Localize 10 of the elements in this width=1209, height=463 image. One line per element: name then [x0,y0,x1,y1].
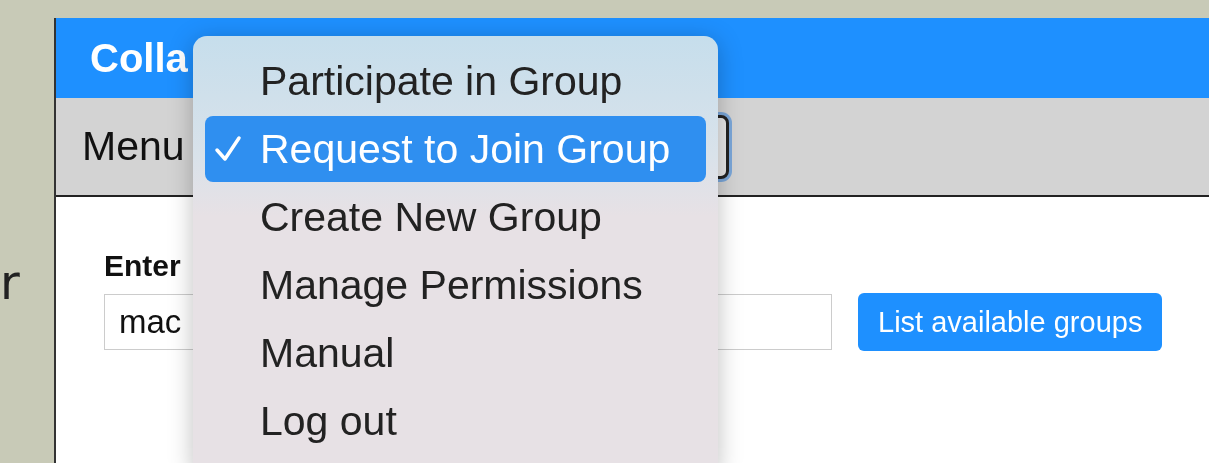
menu-item[interactable]: Log out [205,388,706,454]
window-title: Colla [90,35,188,81]
menu-item[interactable]: Participate in Group [205,48,706,114]
menu-label: Menu [82,123,185,170]
menu-item[interactable]: Manage Permissions [205,252,706,318]
field-label: Enter [104,249,182,283]
cut-off-text: r [0,258,20,306]
menu-item[interactable]: Create New Group [205,184,706,250]
menu-item[interactable]: Manual [205,320,706,386]
checkmark-icon [213,134,243,164]
